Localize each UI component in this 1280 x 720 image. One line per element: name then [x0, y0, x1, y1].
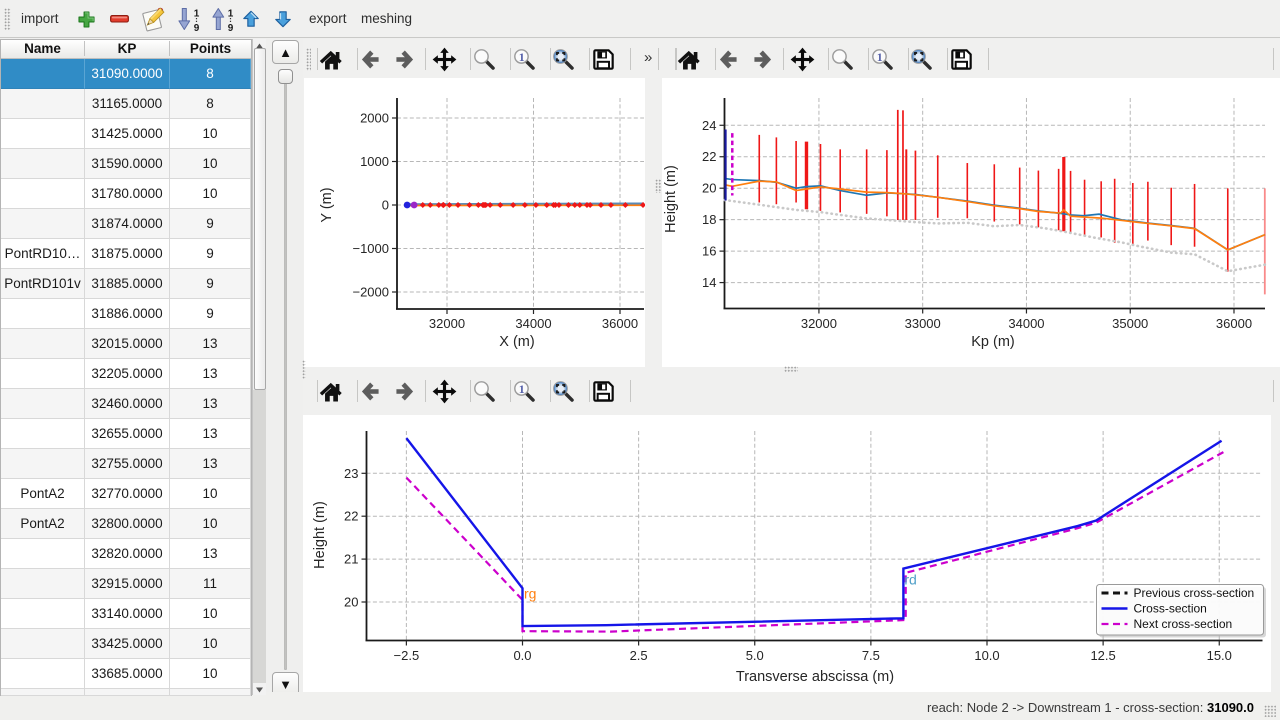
svg-text:Y (m): Y (m): [319, 187, 335, 222]
svg-text:20: 20: [702, 181, 716, 196]
svg-text:5.0: 5.0: [746, 648, 764, 663]
svg-text:1: 1: [519, 50, 525, 64]
svg-text:23: 23: [344, 466, 358, 481]
svg-text:Next cross-section: Next cross-section: [1134, 617, 1233, 631]
svg-text:22: 22: [344, 509, 358, 524]
svg-text:Cross-section: Cross-section: [1134, 602, 1207, 616]
svg-text:10.0: 10.0: [974, 648, 999, 663]
svg-text:22: 22: [702, 149, 716, 164]
svg-text:X (m): X (m): [499, 334, 534, 350]
svg-text:32000: 32000: [801, 316, 837, 331]
svg-text:36000: 36000: [1216, 316, 1252, 331]
svg-text:−2000: −2000: [352, 285, 389, 300]
svg-text:Height (m): Height (m): [663, 165, 679, 233]
svg-text:9: 9: [228, 23, 234, 32]
svg-text:0.0: 0.0: [513, 648, 531, 663]
svg-text:Previous cross-section: Previous cross-section: [1134, 586, 1255, 600]
svg-text:1000: 1000: [360, 154, 389, 169]
svg-text:21: 21: [344, 552, 358, 567]
svg-text:1: 1: [228, 9, 234, 20]
svg-text:34000: 34000: [1008, 316, 1044, 331]
svg-text:rd: rd: [904, 572, 916, 588]
svg-text:0: 0: [382, 198, 389, 213]
svg-text:1: 1: [194, 9, 200, 20]
svg-text:rg: rg: [524, 585, 536, 601]
svg-text:36000: 36000: [602, 316, 638, 331]
svg-text:35000: 35000: [1112, 316, 1148, 331]
svg-text:Transverse abscissa (m): Transverse abscissa (m): [736, 669, 894, 685]
svg-text:18: 18: [702, 212, 716, 227]
svg-text:2.5: 2.5: [630, 648, 648, 663]
svg-text:7.5: 7.5: [862, 648, 880, 663]
svg-text:9: 9: [194, 23, 200, 32]
svg-text:−1000: −1000: [352, 241, 389, 256]
svg-text:33000: 33000: [905, 316, 941, 331]
svg-text:16: 16: [702, 244, 716, 259]
svg-text:2000: 2000: [360, 111, 389, 126]
svg-text:24: 24: [702, 118, 716, 133]
svg-text:20: 20: [344, 595, 358, 610]
svg-text:34000: 34000: [515, 316, 551, 331]
svg-text:14: 14: [702, 275, 716, 290]
svg-text:15.0: 15.0: [1207, 648, 1232, 663]
svg-text:1: 1: [877, 50, 883, 64]
svg-text:Kp (m): Kp (m): [971, 334, 1015, 350]
svg-text:32000: 32000: [429, 316, 465, 331]
svg-text:1: 1: [519, 382, 525, 396]
svg-text:Height (m): Height (m): [312, 501, 328, 569]
svg-text:12.5: 12.5: [1090, 648, 1115, 663]
svg-text:−2.5: −2.5: [394, 648, 420, 663]
